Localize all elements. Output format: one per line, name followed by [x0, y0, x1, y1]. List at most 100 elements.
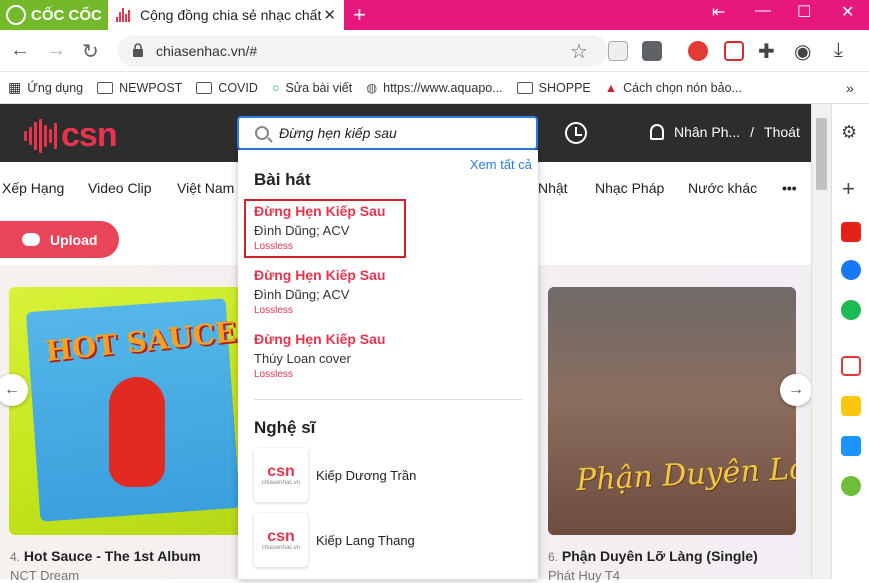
bookmark-item[interactable]: ◍ https://www.aquapo... [366, 80, 502, 96]
menu-more-icon[interactable]: ••• [782, 180, 797, 196]
bookmark-item[interactable]: ▲ Cách chọn nón bảo... [605, 81, 742, 95]
url-text: chiasenhac.vn/# [156, 43, 258, 59]
youtube-icon[interactable] [841, 222, 861, 242]
song-quality: Lossless [254, 305, 293, 316]
forward-icon[interactable]: → [46, 39, 66, 62]
see-all-link[interactable]: Xem tất cả [470, 157, 532, 172]
shield-extension-icon[interactable] [608, 41, 628, 61]
tab-active[interactable]: Cộng đồng chia sẻ nhạc chất ✕ [108, 0, 344, 30]
album-title[interactable]: 4. Hot Sauce - The 1st Album [10, 548, 201, 564]
site-icon: ▲ [604, 80, 618, 95]
csn-logo-text: csn [61, 116, 118, 154]
user-name[interactable]: Nhân Ph... [674, 124, 740, 140]
upload-label: Upload [50, 231, 98, 248]
song-quality: Lossless [254, 369, 293, 380]
song-artist: Thúy Loan cover [254, 351, 351, 366]
chevron-left-icon: ← [4, 381, 20, 398]
artist-name: Kiếp Dương Trần [316, 467, 417, 483]
album-artist[interactable]: NCT Dream [10, 568, 79, 583]
artist-result[interactable]: csn chiasenhac.vn Kiếp Dương Trần [254, 448, 416, 502]
new-tab-icon[interactable]: + [353, 2, 366, 28]
browser-brand[interactable]: CỐC CỐC [0, 0, 108, 30]
close-tab-icon[interactable]: ✕ [323, 6, 336, 24]
bookmark-item[interactable]: SHOPPE [516, 81, 591, 95]
search-input[interactable]: Đừng hẹn kiếp sau [237, 116, 538, 150]
song-result[interactable]: Đừng Hẹn Kiếp Sau Thúy Loan cover Lossle… [254, 331, 514, 380]
menu-item-video-clip[interactable]: Video Clip [88, 180, 152, 196]
sidebar-toggle-icon[interactable]: ⇤ [712, 2, 725, 22]
back-icon[interactable]: ← [10, 39, 30, 62]
bookmark-item[interactable]: NEWPOST [97, 81, 182, 95]
bell-icon[interactable] [650, 124, 664, 140]
bookmark-item[interactable]: ○ Sửa bài viết [272, 81, 352, 95]
settings-gear-icon[interactable]: ⚙ [841, 122, 857, 143]
section-divider [254, 399, 523, 400]
upload-button[interactable]: Upload [0, 221, 119, 258]
downloads-icon[interactable]: ⤓ [834, 39, 843, 62]
apps-icon: ▦ [8, 79, 22, 95]
more-bookmarks-icon[interactable]: » [846, 80, 854, 96]
address-bar[interactable]: chiasenhac.vn/# [118, 35, 608, 67]
bookmark-item[interactable]: ▦ Ứng dụng [8, 79, 83, 96]
minimize-icon[interactable]: — [755, 2, 771, 20]
song-result[interactable]: Đừng Hẹn Kiếp Sau Đình Dũng; ACV Lossles… [254, 267, 514, 316]
bookmark-item[interactable]: COVID [196, 81, 258, 95]
vtv-go-icon[interactable] [841, 356, 861, 376]
menu-item-nuoc-khac[interactable]: Nước khác [688, 180, 757, 196]
bookmark-star-icon[interactable]: ☆ [570, 39, 588, 64]
browser-brand-label: CỐC CỐC [31, 6, 102, 24]
carousel-next-button[interactable]: → [780, 374, 812, 406]
artist-name: Kiếp Lang Thang [316, 532, 415, 548]
album-art-mascot [109, 377, 165, 487]
logout-link[interactable]: Thoát [764, 124, 800, 140]
page-scrollbar[interactable] [811, 104, 831, 579]
csn-favicon-icon [116, 8, 132, 22]
scrollbar-thumb[interactable] [816, 118, 827, 190]
media-extension-icon[interactable] [724, 41, 744, 61]
coccoc-map-icon[interactable] [841, 476, 861, 496]
download-extension-icon[interactable] [642, 41, 662, 61]
folder-icon [97, 81, 114, 94]
album-card-cover[interactable]: HOT SAUCE [9, 287, 257, 535]
menu-item-nhac-phap[interactable]: Nhạc Pháp [595, 180, 664, 196]
chevron-right-icon: → [788, 381, 804, 398]
search-value: Đừng hẹn kiếp sau [279, 125, 397, 141]
menu-item-nhat[interactable]: Nhật [538, 180, 568, 196]
profile-icon[interactable]: ◉ [794, 39, 811, 64]
add-icon[interactable]: + [842, 176, 855, 202]
song-title: Đừng Hẹn Kiếp Sau [254, 331, 386, 347]
spotify-icon[interactable] [841, 300, 861, 320]
extensions-puzzle-icon[interactable]: ✚ [758, 39, 775, 64]
maximize-icon[interactable]: ☐ [797, 2, 811, 22]
history-icon[interactable] [565, 122, 587, 144]
song-artist: Đình Dũng; ACV [254, 287, 350, 302]
coccoc-logo-icon [6, 5, 26, 25]
menu-item-xep-hang[interactable]: Xếp Hạng [2, 180, 64, 196]
facebook-icon[interactable] [841, 260, 861, 280]
globe-icon: ◍ [366, 81, 378, 95]
reload-icon[interactable]: ↻ [82, 39, 99, 64]
search-icon [255, 126, 269, 140]
album-artist[interactable]: Phát Huy T4 [548, 568, 620, 583]
tab-strip: CỐC CỐC Cộng đồng chia sẻ nhạc chất ✕ + … [0, 0, 869, 30]
csn-logo[interactable]: csn [24, 116, 118, 155]
artist-thumbnail: csn chiasenhac.vn [254, 513, 308, 567]
album-card-cover[interactable]: Phận Duyên Lỡ Làng [548, 287, 796, 535]
user-separator: / [750, 124, 755, 140]
site-icon: ○ [271, 80, 280, 95]
artist-result[interactable]: csn chiasenhac.vn Kiếp Lang Thang [254, 513, 415, 567]
tiki-icon[interactable] [841, 436, 861, 456]
artists-heading: Nghệ sĩ [254, 418, 316, 437]
album-art-title: Phận Duyên Lỡ Làng [575, 447, 796, 499]
lock-icon [133, 43, 143, 57]
gosu-icon[interactable] [841, 396, 861, 416]
folder-icon [196, 81, 213, 94]
tab-title: Cộng đồng chia sẻ nhạc chất [140, 7, 322, 23]
album-title[interactable]: 6. Phận Duyên Lỡ Làng (Single) [548, 548, 758, 564]
adblock-icon[interactable] [688, 41, 708, 61]
equalizer-logo-icon [24, 118, 57, 153]
close-window-icon[interactable]: ✕ [841, 2, 854, 22]
menu-item-viet-nam[interactable]: Việt Nam [177, 180, 234, 196]
highlight-box [244, 199, 406, 258]
browser-toolbar: ← → ↻ chiasenhac.vn/# ☆ ✚ ◉ ⤓ [0, 30, 869, 72]
